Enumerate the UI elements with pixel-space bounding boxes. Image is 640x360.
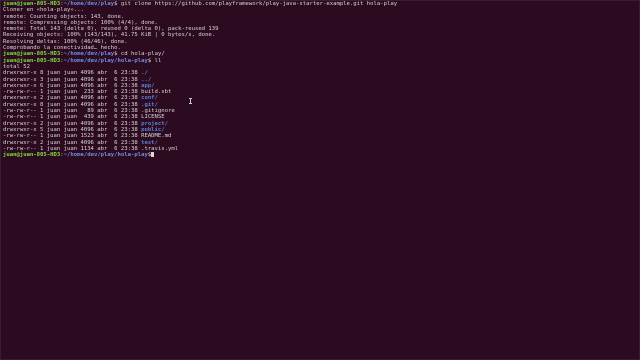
prompt-path: ~/home/dev/play/hola-play [63, 57, 148, 64]
listing-row-meta: drwxrwxr-x 2 juan juan 4096 abr 6 23:38 [3, 139, 142, 146]
prompt-user: juan@juan-805-HD3 [3, 152, 61, 159]
prompt-path: ~/home/dev/play/hola-play [63, 152, 148, 159]
listing-row-meta: drwxrwxr-x 8 juan juan 4096 abr 6 23:38 [3, 70, 142, 77]
prompt-line-current[interactable]: juan@juan-805-HD3:~/home/dev/play/hola-p… [3, 152, 397, 158]
listing-row-meta: -rw-rw-r-- 1 juan juan 89 abr 6 23:38 [3, 108, 142, 115]
listing-dir-name: conf/ [141, 95, 158, 102]
block-cursor [151, 152, 155, 158]
listing-row-meta: drwxrwxr-x 2 juan juan 4096 abr 6 23:38 [3, 95, 142, 102]
listing-dir-name: ./ [141, 70, 148, 77]
command-text: ll [151, 57, 162, 64]
listing-row-meta: -rw-rw-r-- 1 juan juan 233 abr 6 23:38 [3, 89, 142, 96]
listing-row-meta: drwxrwxr-x 5 juan juan 4096 abr 6 23:38 [3, 126, 142, 133]
listing-row-meta: -rw-rw-r-- 1 juan juan 439 abr 6 23:38 [3, 114, 142, 121]
prompt-user: juan@juan-805-HD3 [3, 57, 61, 64]
listing-row-meta: drwxrwxr-x 6 juan juan 4096 abr 6 23:38 [3, 82, 142, 89]
listing-row-meta: -rw-rw-r-- 1 juan juan 1134 abr 6 23:38 [3, 145, 142, 152]
listing-row-meta: drwxrwxr-x 8 juan juan 4096 abr 6 23:38 [3, 101, 142, 108]
listing-row-meta: -rw-rw-r-- 1 juan juan 1523 abr 6 23:38 [3, 133, 142, 140]
listing-file-name: LICENSE [141, 114, 165, 121]
listing-dir-name: test/ [141, 139, 158, 146]
listing-file-name: .travis.yml [141, 145, 179, 152]
listing-dir-name: .git/ [141, 101, 158, 108]
prompt-user: juan@juan-805-HD3 [3, 1, 61, 7]
listing-dir-name: ../ [141, 76, 152, 83]
file-listing: drwxrwxr-x 8 juan juan 4096 abr 6 23:38 … [3, 70, 397, 152]
listing-dir-name: project/ [141, 120, 169, 127]
listing-dir-name: app/ [141, 82, 155, 89]
ibeam-cursor-icon [189, 98, 192, 104]
listing-file-name: .gitignore [141, 108, 175, 115]
prompt-path: ~/home/dev/play [63, 51, 115, 58]
listing-dir-name: public/ [141, 126, 165, 133]
listing-file-name: build.sbt [141, 89, 172, 96]
prompt-user: juan@juan-805-HD3 [3, 51, 61, 58]
command-text: git clone https://github.com/playframewo… [117, 1, 398, 7]
listing-row-meta: drwxrwxr-x 3 juan juan 4096 abr 6 23:38 [3, 76, 142, 83]
listing-file-name: README.md [141, 133, 172, 140]
terminal-output[interactable]: juan@juan-805-HD3:~/home/dev/play$ git c… [3, 1, 397, 158]
listing-row-meta: drwxrwxr-x 2 juan juan 4096 abr 6 23:38 [3, 120, 142, 127]
command-text: cd hola-play/ [117, 51, 165, 58]
prompt-path: ~/home/dev/play [63, 1, 115, 7]
terminal-window[interactable]: juan@juan-805-HD3:~/home/dev/play$ git c… [0, 0, 640, 360]
